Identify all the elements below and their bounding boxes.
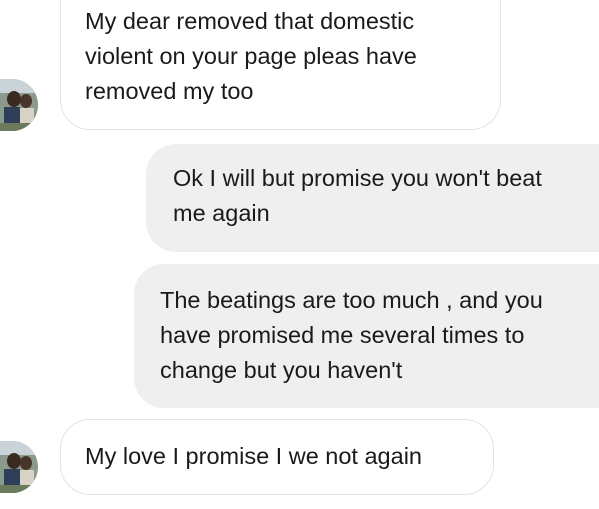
avatar-photo-icon (0, 79, 38, 131)
message-thread: My dear removed that domestic violent on… (0, 0, 599, 509)
sent-message-bubble[interactable]: The beatings are too much , and you have… (134, 264, 599, 408)
sent-message-bubble[interactable]: Ok I will but promise you won't beat me … (146, 144, 599, 252)
avatar-photo-icon (0, 441, 38, 493)
received-message-bubble[interactable]: My dear removed that domestic violent on… (60, 0, 501, 130)
contact-avatar[interactable] (0, 79, 38, 131)
received-message-bubble[interactable]: My love I promise I we not again (60, 419, 494, 495)
contact-avatar[interactable] (0, 441, 38, 493)
